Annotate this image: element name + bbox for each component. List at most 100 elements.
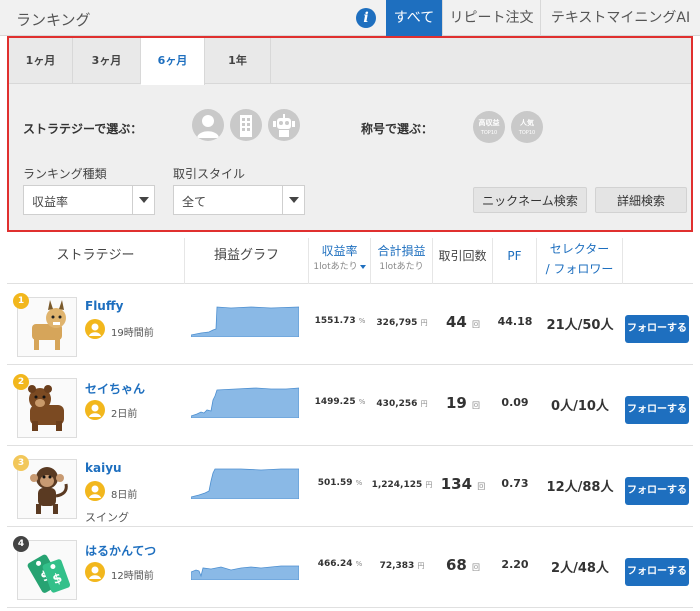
last-update-time: 12時間前 [111, 571, 154, 582]
table-row[interactable]: 2 セイちゃん 2日前 1499.25 % 430,256 円 19 回 0.0… [7, 366, 693, 446]
tab-text-mining-ai[interactable]: テキストマイニングAI [540, 0, 700, 36]
return-value: 501.59 % [317, 478, 363, 488]
table-row[interactable]: 4 $$ はるかんてつ 12時間前 466.24 % 72,383 円 68 回… [7, 528, 693, 608]
col-pl[interactable]: 合計損益 1lotあたり [371, 238, 433, 284]
badge-main-text: 高収益 [478, 119, 500, 127]
chevron-down-icon[interactable] [132, 186, 154, 214]
follow-button[interactable]: フォローする [625, 558, 689, 586]
ranking-table-header: ストラテジー 損益グラフ 収益率 1lotあたり 合計損益 1lotあたり 取引… [7, 238, 693, 284]
trade-count: 44 回 [445, 313, 481, 331]
high-return-badge[interactable]: 高収益 TOP10 [473, 111, 505, 143]
page-header: ランキング i すべて リピート注文 テキストマイニングAI [0, 0, 700, 36]
trade-style-tag: スイング [85, 511, 129, 524]
col-return-label: 収益率 [321, 244, 358, 258]
pl-value: 326,795 円 [376, 318, 428, 328]
pf-value: 0.73 [501, 477, 529, 490]
robot-icon[interactable] [268, 109, 300, 141]
money-tag-icon: $$ [27, 554, 71, 593]
trade-style-value: 全て [182, 195, 207, 209]
pl-value: 1,224,125 円 [371, 480, 433, 490]
col-pf[interactable]: PF [493, 238, 537, 284]
rank-badge: 1 [13, 293, 29, 309]
last-update-time: 2日前 [111, 409, 138, 420]
trade-style-select[interactable]: 全て [173, 185, 305, 215]
return-value: 1551.73 % [314, 316, 366, 326]
strategy-name-link[interactable]: はるかんてつ [85, 542, 156, 559]
trade-count: 68 回 [445, 556, 481, 574]
pl-graph [191, 306, 299, 337]
col-strategy: ストラテジー [7, 238, 185, 284]
user-icon [85, 481, 105, 501]
badge-main-text: 人気 [520, 119, 534, 127]
pl-graph [191, 387, 299, 418]
col-pl-sub: 1lotあたり [379, 262, 424, 272]
tab-repeat-order[interactable]: リピート注文 [442, 0, 540, 36]
chevron-down-icon[interactable] [282, 186, 304, 214]
period-tab-1m[interactable]: 1ヶ月 [9, 38, 73, 84]
col-selector-follower[interactable]: セレクター / フォロワー [537, 238, 623, 284]
strategy-name-link[interactable]: Fluffy [85, 299, 123, 313]
nickname-search-button[interactable]: ニックネーム検索 [473, 187, 587, 213]
table-row[interactable]: 3 kaiyu 8日前 スイング 501.59 % 1,224,125 円 13… [7, 447, 693, 527]
trade-count: 19 回 [445, 394, 481, 412]
col-trades[interactable]: 取引回数 [433, 238, 493, 284]
info-icon[interactable]: i [356, 8, 376, 28]
strategy-filter-label: ストラテジーで選ぶ： [23, 122, 143, 136]
return-value: 466.24 % [317, 559, 363, 569]
col-selector-label: セレクター [549, 242, 610, 256]
col-return-sub: 1lotあたり [313, 262, 358, 272]
lynx-icon [32, 300, 66, 350]
rank-badge: 3 [13, 455, 29, 471]
selector-follower-count: 2人/48人 [551, 561, 609, 576]
tab-all[interactable]: すべて [386, 0, 442, 36]
ranking-type-select[interactable]: 収益率 [23, 185, 155, 215]
period-tab-1y[interactable]: 1年 [205, 38, 271, 84]
follow-button[interactable]: フォローする [625, 477, 689, 505]
follow-button[interactable]: フォローする [625, 315, 689, 343]
pl-graph [191, 468, 299, 499]
filter-panel: 1ヶ月 3ヶ月 6ヶ月 1年 ストラテジーで選ぶ： 称号で選ぶ： 高収益 TOP1… [7, 36, 693, 232]
sort-desc-icon [359, 264, 366, 269]
selector-follower-count: 0人/10人 [551, 399, 609, 414]
period-tab-3m[interactable]: 3ヶ月 [73, 38, 141, 84]
col-graph: 損益グラフ [185, 238, 309, 284]
badge-sub-text: TOP10 [518, 130, 536, 136]
last-update-time: 8日前 [111, 490, 138, 501]
rank-badge: 2 [13, 374, 29, 390]
title-filter-label: 称号で選ぶ： [361, 122, 434, 136]
ranking-type-label: ランキング種類 [23, 167, 107, 181]
trade-count: 134 回 [440, 475, 486, 493]
table-row[interactable]: 1 Fluffy 19時間前 1551.73 % 326,795 円 44 回 … [7, 285, 693, 365]
col-return[interactable]: 収益率 1lotあたり [309, 238, 371, 284]
period-tab-6m[interactable]: 6ヶ月 [141, 38, 205, 85]
strategy-name-link[interactable]: セイちゃん [85, 380, 145, 397]
person-icon[interactable] [192, 109, 224, 141]
pl-value: 72,383 円 [379, 561, 425, 571]
rank-badge: 4 [13, 536, 29, 552]
pf-value: 44.18 [497, 315, 533, 328]
building-icon[interactable] [230, 109, 262, 141]
user-icon [85, 400, 105, 420]
pl-value: 430,256 円 [376, 399, 428, 409]
period-tabs: 1ヶ月 3ヶ月 6ヶ月 1年 [9, 38, 691, 85]
pf-value: 2.20 [501, 558, 529, 571]
page-title: ランキング [16, 11, 91, 29]
strategy-name-link[interactable]: kaiyu [85, 461, 122, 475]
last-update-time: 19時間前 [111, 328, 154, 339]
user-icon [85, 319, 105, 339]
follow-button[interactable]: フォローする [625, 396, 689, 424]
col-pl-label: 合計損益 [377, 244, 426, 258]
bear-icon [28, 385, 64, 431]
col-follower-label: / フォロワー [545, 262, 614, 276]
detail-search-button[interactable]: 詳細検索 [595, 187, 687, 213]
monkey-icon [30, 467, 68, 514]
pl-graph [191, 565, 299, 580]
pf-value: 0.09 [501, 396, 529, 409]
popular-badge[interactable]: 人気 TOP10 [511, 111, 543, 143]
selector-follower-count: 21人/50人 [546, 318, 614, 333]
return-value: 1499.25 % [314, 397, 366, 407]
ranking-type-value: 収益率 [32, 195, 69, 209]
user-icon [85, 562, 105, 582]
selector-follower-count: 12人/88人 [546, 480, 614, 495]
badge-sub-text: TOP10 [480, 130, 498, 136]
